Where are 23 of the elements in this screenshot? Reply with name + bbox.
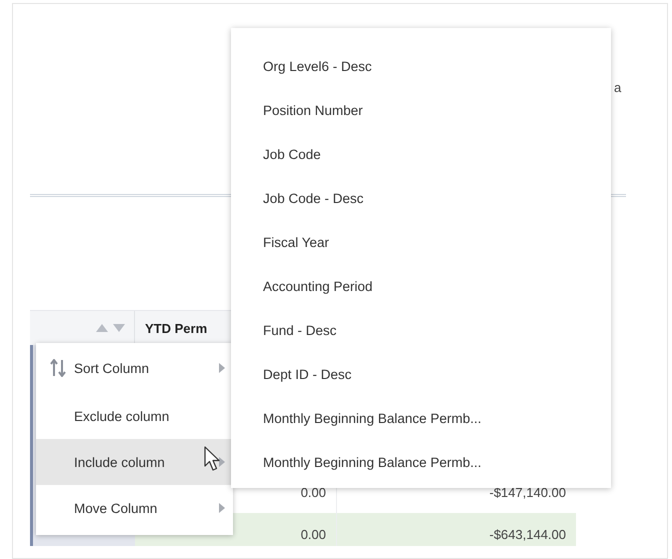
menu-item[interactable]: Accounting Period: [231, 264, 611, 308]
menu-item[interactable]: Job Code: [231, 132, 611, 176]
menu-item[interactable]: Org Level6 - Desc: [231, 44, 611, 88]
column-header[interactable]: YTD Perm: [145, 320, 208, 336]
menu-item[interactable]: Monthly Beginning Balance Permb...: [231, 440, 611, 484]
sort-icon: [50, 359, 66, 377]
menu-item[interactable]: Fund - Desc: [231, 308, 611, 352]
menu-item[interactable]: Exclude column: [36, 393, 233, 439]
menu-item[interactable]: Job Code - Desc: [231, 176, 611, 220]
mouse-pointer-icon: [204, 446, 222, 472]
menu-item[interactable]: Dept ID - Desc: [231, 352, 611, 396]
table-cell: -$643,144.00: [489, 526, 566, 542]
table-cell: -$147,140.00: [489, 484, 566, 500]
table-cell: 0.00: [300, 484, 326, 500]
sort-arrows-icon[interactable]: [96, 323, 126, 333]
background-text: a: [614, 80, 622, 95]
menu-item[interactable]: Fiscal Year: [231, 220, 611, 264]
menu-item[interactable]: Position Number: [231, 88, 611, 132]
menu-item[interactable]: Include column: [36, 439, 233, 485]
menu-item[interactable]: Sort Column: [36, 343, 233, 393]
table-cell: 0.00: [300, 526, 326, 542]
menu-item[interactable]: Monthly Beginning Balance Permb...: [231, 396, 611, 440]
menu-item[interactable]: Move Column: [36, 485, 233, 531]
